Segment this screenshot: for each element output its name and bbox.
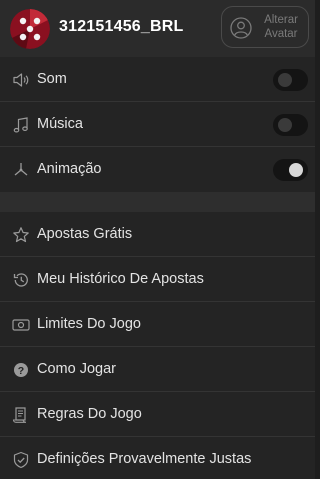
question-icon: ? (14, 363, 28, 377)
money-icon (12, 319, 30, 331)
music-toggle[interactable] (273, 114, 308, 136)
music-note-icon (13, 117, 28, 133)
menu-item-label: Limites Do Jogo (37, 316, 141, 332)
change-avatar-label: Alterar Avatar (264, 14, 298, 40)
document-icon (12, 407, 27, 423)
toggle-knob (278, 118, 292, 132)
section-divider (0, 192, 315, 212)
setting-row-music: Música (0, 102, 315, 147)
star-icon (13, 227, 29, 243)
avatar (10, 9, 50, 49)
menu-item-game-rules[interactable]: Regras Do Jogo (0, 392, 315, 437)
menu-item-how-to-play[interactable]: ? Como Jogar (0, 347, 315, 392)
menu-item-provably-fair[interactable]: Definições Provavelmente Justas (0, 437, 315, 479)
menu-item-label: Regras Do Jogo (37, 406, 142, 422)
username: 312151456_BRL (59, 18, 184, 35)
animation-icon (14, 163, 28, 176)
toggle-knob (289, 163, 303, 177)
setting-row-animation: Animação (0, 147, 315, 192)
setting-label: Animação (37, 161, 102, 177)
user-icon (230, 17, 252, 39)
change-avatar-button[interactable]: Alterar Avatar (221, 6, 309, 48)
speaker-icon (13, 73, 29, 87)
setting-row-sound: Som (0, 57, 315, 102)
menu-item-label: Apostas Grátis (37, 226, 133, 242)
profile-header: 312151456_BRL Alterar Avatar (0, 0, 315, 57)
menu-item-label: Definições Provavelmente Justas (37, 451, 252, 467)
animation-toggle[interactable] (273, 159, 308, 181)
menu-item-label: Meu Histórico De Apostas (37, 271, 204, 287)
toggle-knob (278, 73, 292, 87)
sound-toggle[interactable] (273, 69, 308, 91)
svg-text:?: ? (18, 365, 24, 377)
shield-icon (13, 451, 29, 469)
menu-item-game-limits[interactable]: Limites Do Jogo (0, 302, 315, 347)
history-icon (13, 273, 28, 287)
menu-item-bet-history[interactable]: Meu Histórico De Apostas (0, 257, 315, 302)
menu-item-free-bets[interactable]: Apostas Grátis (0, 212, 315, 257)
setting-label: Som (37, 71, 67, 87)
setting-label: Música (37, 116, 83, 132)
menu-item-label: Como Jogar (37, 361, 116, 377)
